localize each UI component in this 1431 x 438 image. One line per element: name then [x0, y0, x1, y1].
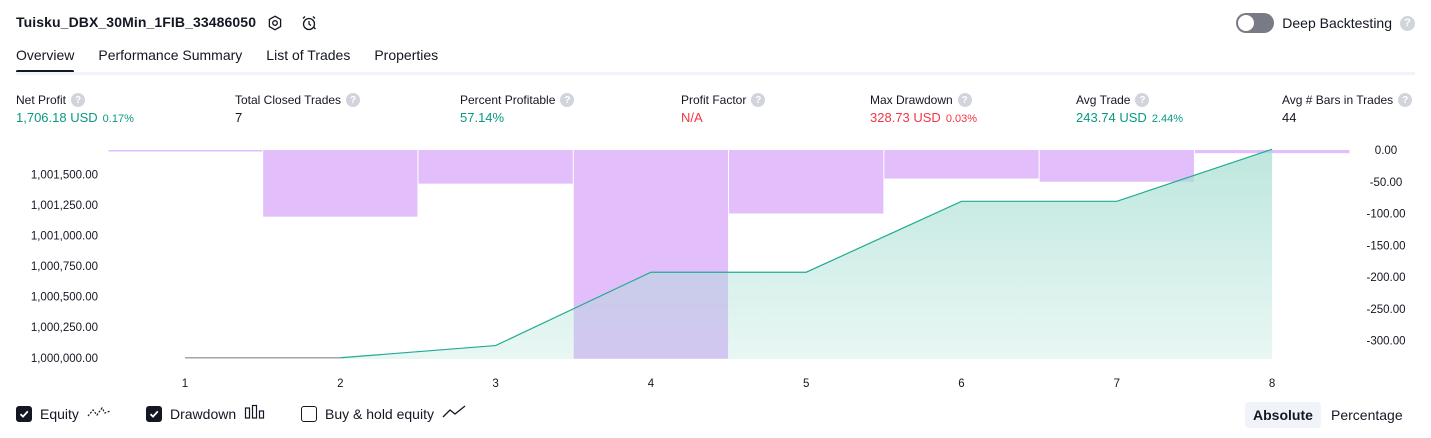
left-axis-label: 1,001,250.00	[31, 200, 98, 212]
stat-percent: 0.03%	[945, 113, 978, 125]
tab-bar: Overview Performance Summary List of Tra…	[16, 47, 438, 73]
help-icon[interactable]: ?	[1400, 15, 1415, 31]
stat-label: Net Profit	[16, 93, 67, 107]
stat-total-closed-trades: Total Closed Trades? 7	[235, 93, 361, 125]
stat-avg-trade: Avg Trade? 243.74 USD 2.44%	[1076, 93, 1183, 125]
tab-overview[interactable]: Overview	[16, 47, 75, 73]
buy-hold-line-icon	[442, 404, 466, 423]
x-axis-label: 3	[492, 378, 498, 390]
checkbox-unchecked-icon[interactable]	[301, 405, 317, 422]
strategy-title: Tuisku_DBX_30Min_1FIB_33486050	[16, 14, 257, 30]
stat-label: Total Closed Trades	[235, 93, 342, 107]
drawdown-bar	[729, 150, 884, 214]
left-axis-label: 1,001,000.00	[31, 231, 98, 243]
stat-value: 57.14%	[460, 110, 505, 125]
x-axis-label: 8	[1269, 378, 1275, 390]
tab-list-of-trades[interactable]: List of Trades	[266, 47, 350, 72]
left-axis-label: 1,000,250.00	[31, 322, 98, 334]
stat-percent: 2.44%	[1151, 113, 1184, 125]
stat-label: Avg Trade	[1076, 93, 1131, 107]
stat-value: N/A	[681, 110, 703, 125]
info-icon[interactable]: ?	[346, 93, 361, 107]
stat-value: 44	[1282, 110, 1297, 125]
info-icon[interactable]: ?	[751, 93, 766, 107]
x-axis-label: 5	[803, 378, 809, 390]
legend-equity[interactable]: Equity	[16, 404, 111, 423]
right-axis-label: -300.00	[1366, 336, 1405, 348]
alarm-clock-icon[interactable]	[298, 12, 320, 34]
stat-label: Percent Profitable	[460, 93, 556, 107]
tab-properties[interactable]: Properties	[374, 47, 438, 72]
checkbox-checked-icon[interactable]	[146, 405, 162, 422]
x-axis-label: 2	[337, 378, 343, 390]
stat-profit-factor: Profit Factor? N/A	[681, 93, 766, 125]
drawdown-bar	[418, 150, 573, 184]
x-axis-label: 7	[1114, 378, 1120, 390]
left-axis-label: 1,000,750.00	[31, 261, 98, 273]
x-axis-label: 1	[182, 378, 188, 390]
equity-drawdown-chart[interactable]: 1,000,000.00 1,000,250.00 1,000,500.00 1,00…	[0, 140, 1431, 398]
left-axis-label: 1,000,000.00	[31, 353, 98, 365]
info-icon[interactable]: ?	[957, 93, 972, 107]
right-axis-label: -250.00	[1366, 304, 1405, 316]
right-axis-label: -100.00	[1366, 209, 1405, 221]
stat-percent: 0.17%	[102, 113, 134, 125]
info-icon[interactable]: ?	[1135, 93, 1150, 107]
right-axis-label: -50.00	[1370, 177, 1403, 189]
stat-value: 328.73 USD	[870, 110, 941, 125]
legend-label: Buy & hold equity	[325, 405, 434, 422]
stat-percent-profitable: Percent Profitable? 57.14%	[460, 93, 575, 125]
tabs-divider	[16, 72, 1415, 75]
info-icon[interactable]: ?	[71, 93, 86, 107]
drawdown-bar	[1194, 150, 1350, 154]
x-axis-label: 4	[648, 378, 655, 390]
x-axis-label: 6	[958, 378, 964, 390]
right-axis-label: 0.00	[1375, 145, 1397, 157]
right-axis-label: -200.00	[1366, 272, 1405, 284]
stat-value: 7	[235, 110, 243, 125]
toggle-knob	[1238, 15, 1255, 31]
drawdown-bar	[263, 150, 418, 217]
left-axis-label: 1,000,500.00	[31, 292, 98, 304]
stat-value: 1,706.18 USD	[16, 110, 98, 125]
legend-label: Equity	[40, 405, 79, 422]
stat-value: 243.74 USD	[1076, 110, 1147, 125]
drawdown-bar	[108, 150, 263, 152]
stat-avg-bars-in-trades: Avg # Bars in Trades? 44	[1282, 93, 1413, 125]
drawdown-bar	[1039, 150, 1194, 182]
stat-label: Max Drawdown	[870, 93, 953, 107]
stat-max-drawdown: Max Drawdown? 328.73 USD 0.03%	[870, 93, 977, 125]
absolute-mode-button[interactable]: Absolute	[1245, 402, 1321, 428]
left-axis-label: 1,001,500.00	[31, 169, 98, 181]
settings-icon[interactable]	[264, 12, 286, 34]
percentage-mode-button[interactable]: Percentage	[1323, 402, 1411, 428]
right-axis-label: -150.00	[1366, 240, 1405, 252]
legend-label: Drawdown	[170, 405, 237, 422]
equity-line-icon	[87, 404, 111, 423]
legend-drawdown[interactable]: Drawdown	[146, 404, 266, 423]
stat-label: Profit Factor	[681, 93, 747, 107]
deep-backtesting-toggle[interactable]	[1236, 13, 1275, 33]
legend-buy-hold-equity[interactable]: Buy & hold equity	[301, 404, 466, 423]
deep-backtesting-control: Deep Backtesting ?	[1236, 13, 1415, 33]
drawdown-bar	[884, 150, 1039, 179]
stat-label: Avg # Bars in Trades	[1282, 93, 1394, 107]
drawdown-bars-icon	[244, 404, 266, 423]
info-icon[interactable]: ?	[1398, 93, 1413, 107]
info-icon[interactable]: ?	[560, 93, 575, 107]
checkbox-checked-icon[interactable]	[16, 405, 32, 422]
deep-backtesting-label: Deep Backtesting	[1282, 15, 1392, 31]
tab-performance-summary[interactable]: Performance Summary	[98, 47, 242, 72]
stat-net-profit: Net Profit? 1,706.18 USD 0.17%	[16, 93, 134, 125]
